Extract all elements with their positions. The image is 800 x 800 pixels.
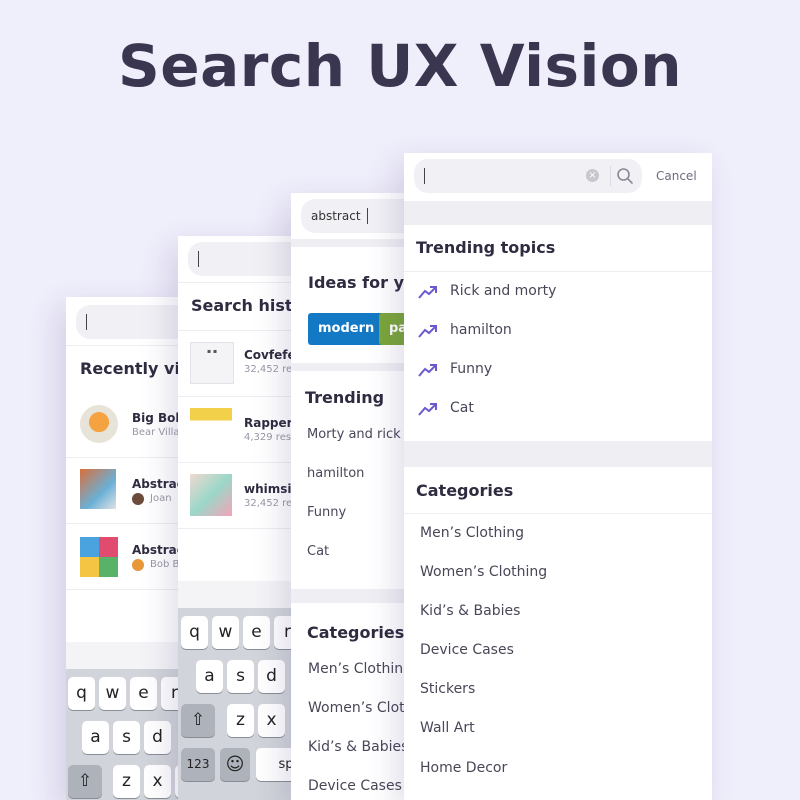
item-title: Big Bob [132,411,185,425]
clear-icon[interactable]: × [586,169,599,182]
key-z[interactable]: z [113,765,140,798]
key-s[interactable]: s [113,721,140,754]
avatar [132,493,144,505]
search-input[interactable]: abstract [301,199,407,233]
history-thumbnail: ▪ ▪ [190,342,234,384]
section-title-trending-topics: Trending topics [416,238,556,257]
product-thumbnail [80,469,116,509]
key-w[interactable]: w [99,677,126,710]
key-w[interactable]: w [212,616,239,649]
trending-item[interactable]: hamilton [307,466,364,481]
shift-key[interactable]: ⇧ [68,765,102,798]
screen-ideas: abstract Ideas for you modern pa Trendin… [291,193,407,800]
trending-arrow-icon [418,403,437,416]
section-title-search-history: Search histo [191,296,304,315]
key-e[interactable]: e [243,616,270,649]
trending-topic-row[interactable]: hamilton [404,314,712,350]
key-e[interactable]: e [130,677,157,710]
trending-arrow-icon [418,286,437,299]
key-a[interactable]: a [196,660,223,693]
search-input-value: abstract [311,209,361,223]
category-item[interactable]: Device Cases [420,642,514,658]
trending-arrow-icon [418,325,437,338]
section-title-trending: Trending [305,388,385,407]
history-thumbnail [190,474,232,516]
category-item[interactable]: Home Decor [420,760,507,776]
trending-topic-label: Funny [450,361,493,377]
idea-tag-second[interactable]: pa [379,313,407,345]
category-item[interactable]: Stickers [420,681,475,697]
avatar [80,405,118,443]
category-item[interactable]: Men’s Clothin [308,661,403,677]
shift-key[interactable]: ⇧ [181,704,215,737]
item-subtitle: 4,329 resu [244,432,298,443]
trending-item[interactable]: Funny [307,505,346,520]
numbers-key[interactable]: 123 [181,748,215,781]
category-item[interactable]: Kid’s & Babies [420,603,520,619]
category-item[interactable]: Women’s Clot [308,700,405,716]
trending-topic-label: Rick and morty [450,283,557,299]
key-z[interactable]: z [227,704,254,737]
key-a[interactable]: a [82,721,109,754]
key-d[interactable]: d [258,660,285,693]
product-thumbnail [80,537,118,577]
key-x[interactable]: x [258,704,285,737]
search-icon[interactable] [616,167,634,185]
trending-topic-label: Cat [450,400,474,416]
category-item[interactable]: Device Cases [308,778,402,794]
key-q[interactable]: q [68,677,95,710]
emoji-key[interactable]: ☺ [220,748,250,781]
section-title-ideas: Ideas for you [308,273,407,292]
key-x[interactable]: x [144,765,171,798]
category-item[interactable]: Kid’s & Babies [308,739,407,755]
item-subtitle: Joan [150,493,172,504]
trending-topic-row[interactable]: Rick and morty [404,275,712,311]
avatar [132,559,144,571]
history-thumbnail [190,408,232,450]
trending-topic-row[interactable]: Funny [404,353,712,389]
section-title-categories: Categories [307,623,405,642]
trending-item[interactable]: Morty and rick [307,427,401,442]
item-subtitle: Bob B [150,559,180,570]
category-item[interactable]: Women’s Clothing [420,564,547,580]
trending-topic-row[interactable]: Cat [404,392,712,428]
search-input[interactable]: × [414,159,642,193]
cancel-button[interactable]: Cancel [656,169,697,183]
screen-trending-topics: × Cancel Trending topics Rick and morty … [404,153,712,800]
section-title-categories: Categories [416,481,514,500]
page-title: Search UX Vision [117,32,682,100]
trending-topic-label: hamilton [450,322,512,338]
idea-tag-modern[interactable]: modern [308,313,385,345]
key-d[interactable]: d [144,721,171,754]
category-item[interactable]: Men’s Clothing [420,525,524,541]
key-s[interactable]: s [227,660,254,693]
item-title: Covfefe [244,348,296,362]
trending-arrow-icon [418,364,437,377]
trending-item[interactable]: Cat [307,544,329,559]
key-q[interactable]: q [181,616,208,649]
category-item[interactable]: Wall Art [420,720,475,736]
